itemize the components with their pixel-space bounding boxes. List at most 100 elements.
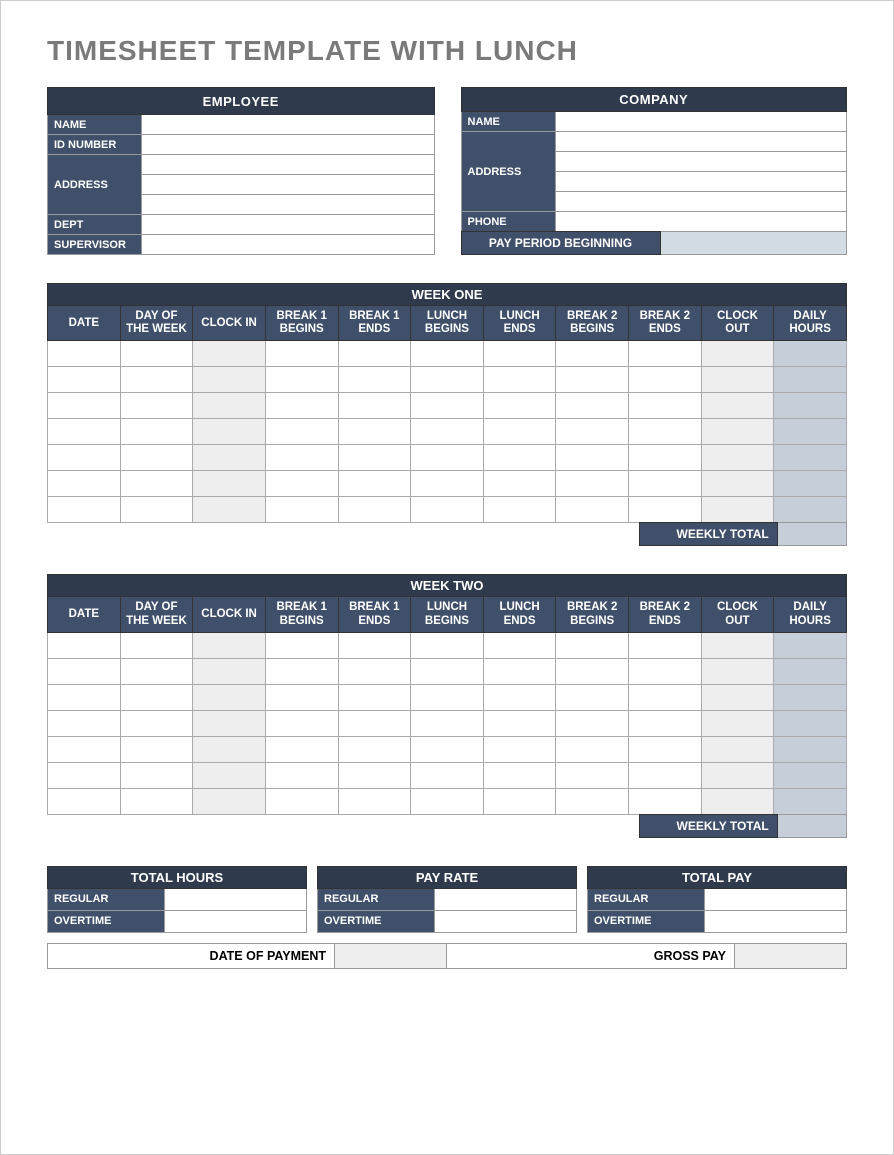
cell[interactable] [411,367,484,393]
cell[interactable] [701,471,774,497]
cell[interactable] [193,419,266,445]
cell[interactable] [774,497,847,523]
cell[interactable] [483,341,556,367]
cell[interactable] [629,736,702,762]
cell[interactable] [483,393,556,419]
cell[interactable] [411,445,484,471]
cell[interactable] [338,445,411,471]
pay-period-field[interactable] [661,231,848,255]
week-two-total-value[interactable] [778,814,847,838]
employee-address-3[interactable] [142,195,435,215]
cell[interactable] [120,419,193,445]
cell[interactable] [774,658,847,684]
cell[interactable] [265,393,338,419]
cell[interactable] [556,632,629,658]
cell[interactable] [629,471,702,497]
gross-pay-value[interactable] [735,943,847,969]
cell[interactable] [483,632,556,658]
cell[interactable] [556,710,629,736]
cell[interactable] [774,736,847,762]
total-hours-regular-value[interactable] [164,888,306,910]
cell[interactable] [48,393,121,419]
cell[interactable] [411,497,484,523]
cell[interactable] [265,419,338,445]
cell[interactable] [629,788,702,814]
cell[interactable] [120,497,193,523]
cell[interactable] [774,788,847,814]
week-one-total-value[interactable] [778,522,847,546]
cell[interactable] [265,684,338,710]
cell[interactable] [629,632,702,658]
cell[interactable] [701,736,774,762]
cell[interactable] [483,684,556,710]
cell[interactable] [483,445,556,471]
cell[interactable] [120,341,193,367]
cell[interactable] [193,658,266,684]
cell[interactable] [556,736,629,762]
cell[interactable] [556,445,629,471]
cell[interactable] [629,497,702,523]
cell[interactable] [483,658,556,684]
pay-rate-overtime-value[interactable] [434,910,576,932]
cell[interactable] [411,632,484,658]
cell[interactable] [120,684,193,710]
cell[interactable] [411,341,484,367]
cell[interactable] [338,367,411,393]
cell[interactable] [48,658,121,684]
cell[interactable] [338,393,411,419]
cell[interactable] [338,710,411,736]
cell[interactable] [629,367,702,393]
cell[interactable] [48,736,121,762]
cell[interactable] [556,471,629,497]
cell[interactable] [120,736,193,762]
cell[interactable] [774,471,847,497]
employee-address-1[interactable] [142,155,435,175]
cell[interactable] [265,736,338,762]
cell[interactable] [265,788,338,814]
cell[interactable] [338,684,411,710]
cell[interactable] [556,367,629,393]
cell[interactable] [338,471,411,497]
cell[interactable] [48,788,121,814]
cell[interactable] [701,684,774,710]
employee-name-field[interactable] [142,115,435,135]
cell[interactable] [411,736,484,762]
cell[interactable] [774,445,847,471]
cell[interactable] [629,341,702,367]
cell[interactable] [483,788,556,814]
cell[interactable] [265,341,338,367]
cell[interactable] [701,393,774,419]
cell[interactable] [48,341,121,367]
cell[interactable] [701,762,774,788]
employee-dept-field[interactable] [142,215,435,235]
cell[interactable] [701,445,774,471]
pay-rate-regular-value[interactable] [434,888,576,910]
cell[interactable] [193,471,266,497]
cell[interactable] [701,341,774,367]
cell[interactable] [265,497,338,523]
employee-supervisor-field[interactable] [142,235,435,255]
cell[interactable] [338,762,411,788]
cell[interactable] [48,710,121,736]
cell[interactable] [48,471,121,497]
cell[interactable] [483,762,556,788]
cell[interactable] [701,497,774,523]
cell[interactable] [48,684,121,710]
cell[interactable] [265,367,338,393]
date-of-payment-value[interactable] [335,943,447,969]
cell[interactable] [629,684,702,710]
cell[interactable] [483,497,556,523]
cell[interactable] [411,419,484,445]
cell[interactable] [629,393,702,419]
cell[interactable] [701,788,774,814]
cell[interactable] [120,788,193,814]
cell[interactable] [120,762,193,788]
cell[interactable] [774,341,847,367]
cell[interactable] [48,762,121,788]
cell[interactable] [120,393,193,419]
cell[interactable] [265,471,338,497]
cell[interactable] [556,788,629,814]
cell[interactable] [338,658,411,684]
cell[interactable] [774,367,847,393]
total-hours-overtime-value[interactable] [164,910,306,932]
